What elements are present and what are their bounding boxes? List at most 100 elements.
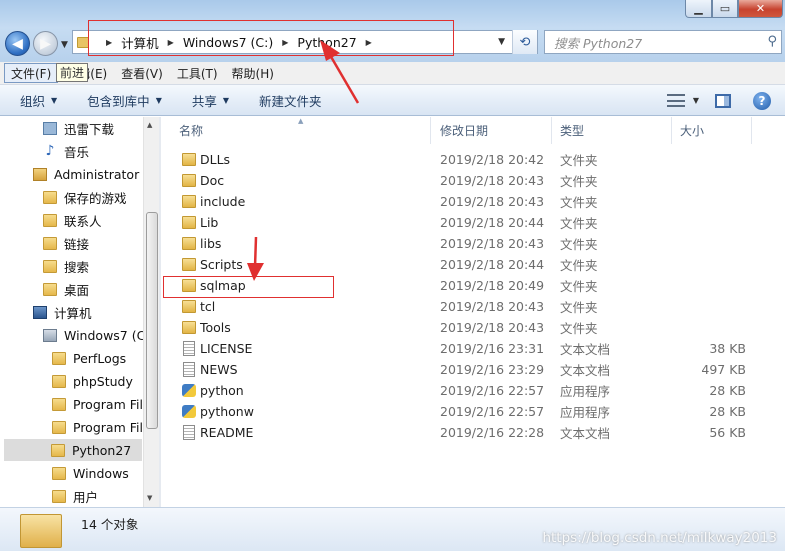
folder-icon (52, 374, 66, 388)
folder-icon (52, 420, 66, 434)
music-icon: ♪ (45, 143, 55, 159)
refresh-button[interactable]: ⟲ (512, 30, 537, 54)
close-button[interactable]: ✕ (738, 0, 783, 18)
nav-label: phpStudy (73, 373, 133, 389)
menu-file[interactable]: 文件(F) (4, 63, 59, 83)
file-type: 应用程序 (560, 405, 611, 420)
computer-icon (33, 305, 47, 319)
scroll-down-icon[interactable]: ▼ (147, 494, 152, 502)
nav-item-phpstudy[interactable]: phpStudy (52, 370, 133, 392)
minimize-button[interactable]: ▁ (685, 0, 712, 18)
nav-label: PerfLogs (73, 350, 127, 366)
nav-item-windows[interactable]: Windows (52, 462, 129, 484)
file-name: NEWS (200, 362, 238, 377)
organize-button[interactable]: 组织 ▼ (20, 91, 57, 110)
file-type: 文件夹 (560, 153, 598, 168)
folder-icon (52, 397, 66, 411)
scrollbar-thumb[interactable] (146, 212, 158, 429)
column-header-size[interactable]: 大小 (672, 117, 752, 144)
share-button[interactable]: 共享 ▼ (192, 91, 229, 110)
table-row[interactable]: DLLs 2019/2/18 20:42 文件夹 (171, 149, 771, 170)
file-name: Lib (200, 215, 219, 230)
column-header-date[interactable]: 修改日期 (432, 117, 552, 144)
column-header-type[interactable]: 类型 (552, 117, 672, 144)
chevron-down-icon: ▼ (222, 95, 230, 105)
file-name: pythonw (200, 404, 254, 419)
view-dropdown-icon[interactable]: ▼ (693, 96, 699, 105)
file-type: 文件夹 (560, 279, 598, 294)
search-icon[interactable]: ⚲ (767, 34, 777, 49)
menu-tools[interactable]: 工具(T) (171, 63, 224, 83)
nav-item-xunlei[interactable]: 迅雷下载 (43, 117, 114, 139)
menu-help[interactable]: 帮助(H) (226, 63, 280, 83)
back-button[interactable]: ◀ (5, 31, 30, 56)
file-type: 文件夹 (560, 258, 598, 273)
back-arrow-icon: ◀ (12, 35, 23, 52)
nav-item-python27[interactable]: Python27 (4, 439, 142, 461)
menu-view[interactable]: 查看(V) (115, 63, 169, 83)
file-name: Scripts (200, 257, 243, 272)
table-row[interactable]: Lib 2019/2/18 20:44 文件夹 (171, 212, 771, 233)
recent-pages-dropdown[interactable]: ▼ (61, 40, 68, 50)
column-header-name[interactable]: 名称 (171, 117, 431, 144)
preview-pane-icon[interactable] (715, 93, 731, 108)
folder-icon (52, 351, 66, 365)
file-name: libs (200, 236, 222, 251)
file-date: 2019/2/18 20:43 (440, 173, 545, 188)
nav-item-computer[interactable]: 计算机 (33, 301, 92, 323)
include-library-label: 包含到库中 (87, 93, 150, 109)
search-placeholder: 搜索 Python27 (554, 35, 643, 51)
nav-item-music[interactable]: ♪ 音乐 (43, 140, 89, 162)
search-input[interactable]: 搜索 Python27 ⚲ (544, 30, 782, 54)
file-type: 文件夹 (560, 195, 598, 210)
nav-label: 迅雷下载 (64, 121, 115, 137)
status-bar: 14 个对象 https://blog.csdn.net/milkway2013 (0, 507, 785, 551)
table-row[interactable]: pythonw 2019/2/16 22:57 应用程序 28 KB (171, 401, 771, 422)
table-row[interactable]: LICENSE 2019/2/16 23:31 文本文档 38 KB (171, 338, 771, 359)
nav-label: Administrator (54, 166, 140, 182)
nav-item-contacts[interactable]: 联系人 (43, 209, 102, 231)
nav-item-saved-games[interactable]: 保存的游戏 (43, 186, 127, 208)
view-options-icon[interactable] (666, 94, 685, 107)
file-date: 2019/2/18 20:42 (440, 152, 545, 167)
include-library-button[interactable]: 包含到库中 ▼ (87, 91, 162, 110)
table-row[interactable]: Tools 2019/2/18 20:43 文件夹 (171, 317, 771, 338)
navigation-scrollbar[interactable]: ▲ ▼ (143, 117, 159, 507)
table-row[interactable]: python 2019/2/16 22:57 应用程序 28 KB (171, 380, 771, 401)
file-type: 文件夹 (560, 174, 598, 189)
file-date: 2019/2/18 20:43 (440, 299, 545, 314)
forward-button[interactable]: ▶ (33, 31, 58, 56)
table-row[interactable]: include 2019/2/18 20:43 文件夹 (171, 191, 771, 212)
nav-item-searches[interactable]: 搜索 (43, 255, 89, 277)
file-list: ▲ 名称 修改日期 类型 大小 DLLs 2019/2/18 20:42 文件夹 D… (161, 117, 785, 507)
file-date: 2019/2/18 20:49 (440, 278, 545, 293)
nav-item-administrator[interactable]: Administrator (33, 163, 139, 185)
table-row[interactable]: Doc 2019/2/18 20:43 文件夹 (171, 170, 771, 191)
scroll-up-icon[interactable]: ▲ (147, 121, 152, 129)
nav-item-program-files[interactable]: Program File (52, 393, 151, 415)
folder-icon (182, 174, 196, 187)
file-size: 56 KB (709, 425, 746, 440)
organize-label: 组织 (20, 93, 46, 109)
table-row[interactable]: README 2019/2/16 22:28 文本文档 56 KB (171, 422, 771, 443)
file-name: include (200, 194, 246, 209)
address-dropdown-icon[interactable]: ▼ (498, 37, 505, 47)
file-date: 2019/2/18 20:44 (440, 215, 545, 230)
table-row[interactable]: NEWS 2019/2/16 23:29 文本文档 497 KB (171, 359, 771, 380)
file-type: 文件夹 (560, 300, 598, 315)
file-name: LICENSE (200, 341, 253, 356)
nav-item-desktop[interactable]: 桌面 (43, 278, 89, 300)
nav-item-program-files-x86[interactable]: Program File (52, 416, 151, 438)
maximize-button[interactable]: ▭ (712, 0, 738, 18)
folder-icon (52, 489, 66, 503)
file-name: DLLs (200, 152, 231, 167)
table-row[interactable]: tcl 2019/2/18 20:43 文件夹 (171, 296, 771, 317)
annotation-arrow-address (320, 40, 360, 104)
nav-item-perflogs[interactable]: PerfLogs (52, 347, 126, 369)
refresh-icon: ⟲ (519, 34, 531, 50)
nav-item-links[interactable]: 链接 (43, 232, 89, 254)
nav-item-drive-c[interactable]: Windows7 (C: (43, 324, 150, 346)
nav-item-users[interactable]: 用户 (52, 485, 98, 507)
help-icon[interactable]: ? (753, 91, 771, 110)
drive-icon (43, 328, 57, 342)
